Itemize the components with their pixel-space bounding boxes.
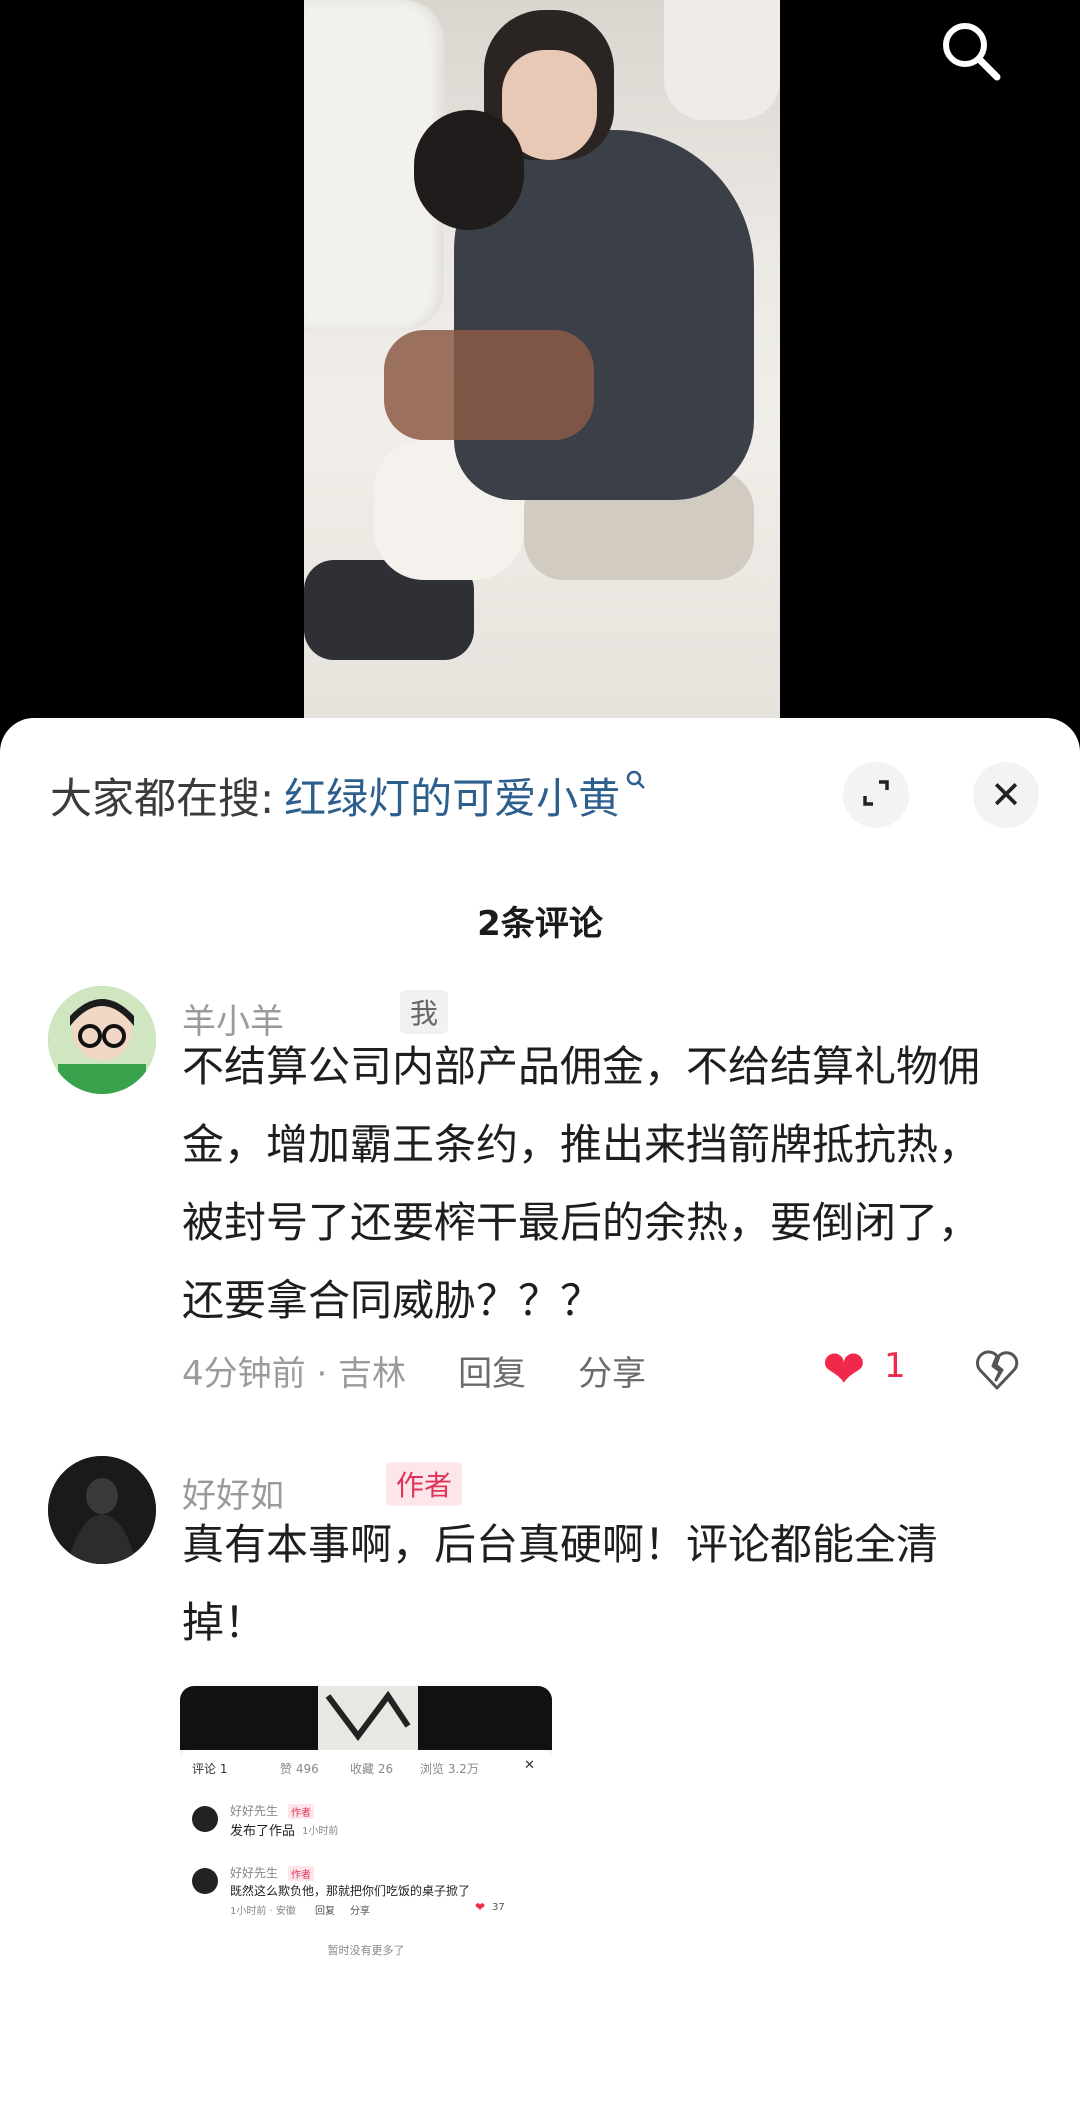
expand-icon <box>859 776 893 814</box>
image-text: 既然这么欺负他，那就把你们吃饭的桌子掀了 <box>230 1884 471 1898</box>
image-share: 分享 <box>350 1906 370 1917</box>
like-count: 1 <box>884 1346 906 1386</box>
image-author-tag: 作者 <box>288 1804 314 1819</box>
image-avatar <box>192 1868 218 1894</box>
search-suggestion[interactable]: 大家都在搜: 红绿灯的可爱小黄 <box>50 760 648 830</box>
image-meta: 1小时前 · 安徽 <box>230 1906 296 1917</box>
reply-button[interactable]: 回复 <box>458 1346 526 1395</box>
comment-text: 不结算公司内部产品佣金，不给结算礼物佣金，增加霸王条约，推出来挡箭牌抵抗热，被封… <box>182 1042 981 1325</box>
expand-button[interactable] <box>843 762 909 828</box>
comment-image[interactable]: 评论 1 赞 496 收藏 26 浏览 3.2万 ✕ 好好先生 作者 发布了作品… <box>180 1686 552 2116</box>
share-button[interactable]: 分享 <box>578 1346 646 1395</box>
scarf-shape <box>384 330 594 440</box>
video-player[interactable] <box>0 0 1080 720</box>
image-avatar <box>192 1806 218 1832</box>
image-name: 好好先生 <box>230 1804 279 1818</box>
comment-text: 真有本事啊，后台真硬啊！评论都能全清掉！ <box>182 1520 939 1647</box>
image-video-strip <box>180 1686 552 1750</box>
broken-heart-icon[interactable] <box>972 1344 1022 1394</box>
image-text: 发布了作品 <box>230 1824 296 1839</box>
comment-time-location: 4分钟前 · 吉林 <box>182 1354 407 1394</box>
suggestion-link[interactable]: 红绿灯的可爱小黄 <box>284 765 620 826</box>
image-like-count: 37 <box>492 1902 505 1913</box>
image-tab: 收藏 26 <box>350 1762 394 1776</box>
search-icon[interactable] <box>935 15 1005 85</box>
video-frame <box>304 0 780 720</box>
author-tag: 作者 <box>386 1462 463 1506</box>
search-small-icon <box>624 768 648 799</box>
comment-count: 2条评论 <box>477 904 603 944</box>
pillow-shape <box>664 0 780 120</box>
suggestion-prefix: 大家都在搜: <box>50 773 275 823</box>
comments-sheet: 大家都在搜: 红绿灯的可爱小黄 ✕ 2条评论 羊小羊 我 不结算公司内部产品佣金… <box>0 718 1080 2116</box>
image-name: 好好先生 <box>230 1866 279 1880</box>
image-reply: 回复 <box>315 1906 335 1917</box>
avatar[interactable] <box>48 986 156 1094</box>
image-footer: 暂时没有更多了 <box>327 1944 405 1957</box>
image-art <box>318 1686 418 1750</box>
image-time: 1小时前 <box>302 1826 339 1837</box>
comment-meta: 4分钟前 · 吉林 回复 分享 <box>182 1346 646 1395</box>
image-tab: 评论 1 <box>192 1762 228 1776</box>
image-tab: 浏览 3.2万 <box>420 1762 479 1776</box>
image-author-tag: 作者 <box>288 1866 314 1881</box>
image-close-icon: ✕ <box>524 1758 535 1773</box>
child-head-shape <box>414 110 524 230</box>
avatar[interactable] <box>48 1456 156 1564</box>
close-icon: ✕ <box>990 773 1022 817</box>
image-comment-panel: 评论 1 赞 496 收藏 26 浏览 3.2万 ✕ 好好先生 作者 发布了作品… <box>180 1750 552 2116</box>
heart-icon[interactable]: ❤ <box>822 1344 866 1396</box>
image-heart-icon: ❤ <box>475 1900 486 1914</box>
image-tab: 赞 496 <box>280 1762 319 1776</box>
close-button[interactable]: ✕ <box>973 762 1039 828</box>
